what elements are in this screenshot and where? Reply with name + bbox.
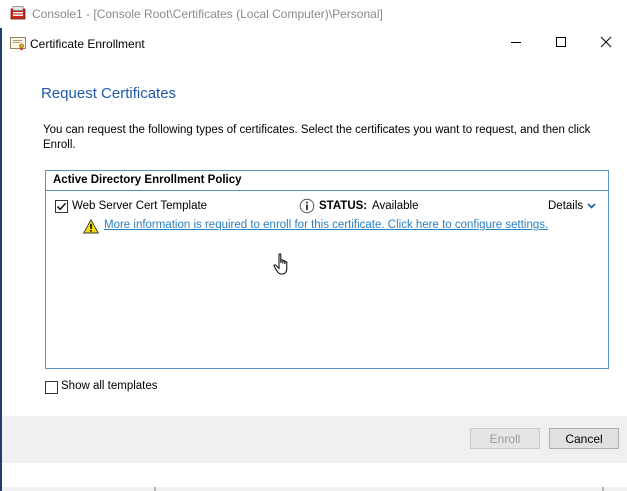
enrollment-policy-panel: Active Directory Enrollment Policy Web S… <box>45 170 609 369</box>
bottom-edge-mark <box>154 487 156 491</box>
instructions-text: You can request the following types of c… <box>43 124 591 151</box>
policy-title: Active Directory Enrollment Policy <box>53 174 242 186</box>
warning-icon <box>82 218 100 234</box>
console-icon <box>10 6 26 20</box>
show-all-templates-label: Show all templates <box>61 380 158 392</box>
minimize-button[interactable] <box>504 32 528 52</box>
cert-template-name: Web Server Cert Template <box>72 200 208 212</box>
cancel-button[interactable]: Cancel <box>549 428 619 449</box>
checkmark-icon <box>56 202 67 211</box>
mmc-window-title: Console1 - [Console Root\Certificates (L… <box>32 7 383 21</box>
status-value: Available <box>372 200 419 212</box>
enroll-button[interactable]: Enroll <box>470 428 540 449</box>
hand-cursor-icon <box>273 253 293 277</box>
chevron-down-icon <box>587 203 596 209</box>
page-heading: Request Certificates <box>41 85 177 102</box>
maximize-icon <box>556 37 566 47</box>
details-toggle[interactable]: Details <box>548 200 596 212</box>
details-label: Details <box>548 200 584 212</box>
policy-header: Active Directory Enrollment Policy <box>46 171 608 191</box>
cert-checkbox[interactable] <box>55 200 68 213</box>
maximize-button[interactable] <box>549 32 573 52</box>
configure-settings-link[interactable]: More information is required to enroll f… <box>104 219 548 231</box>
info-icon <box>299 198 315 214</box>
mmc-title-bar: Console1 - [Console Root\Certificates (L… <box>0 0 627 28</box>
bottom-edge-mark <box>602 487 604 491</box>
dialog-title: Certificate Enrollment <box>30 37 145 51</box>
certificate-icon <box>10 37 26 51</box>
close-button[interactable] <box>594 32 618 52</box>
bottom-frame-edge <box>2 487 627 491</box>
status-label: STATUS: <box>319 200 368 212</box>
close-icon <box>600 36 612 48</box>
show-all-templates-checkbox[interactable] <box>45 381 58 394</box>
minimize-icon <box>511 42 521 43</box>
certificate-enrollment-dialog: Certificate Enrollment Request Certifica… <box>2 28 627 491</box>
